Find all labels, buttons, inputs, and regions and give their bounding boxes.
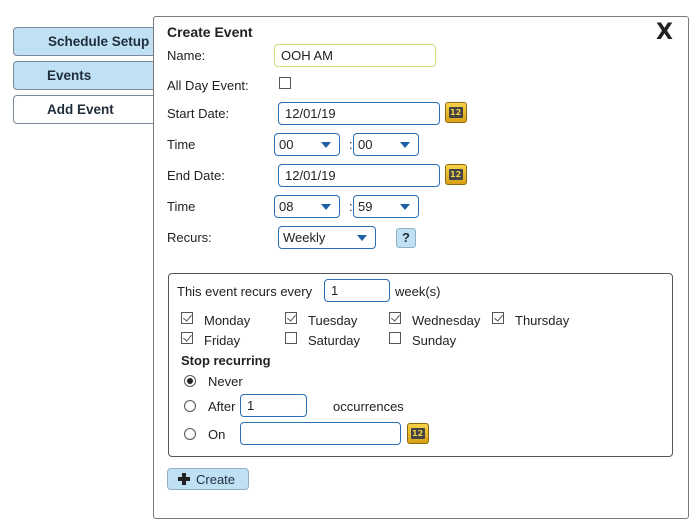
name-input[interactable]: OOH AM xyxy=(274,44,436,67)
select-value: 00 xyxy=(358,137,373,152)
start-date-input[interactable]: 12/01/19 xyxy=(278,102,440,125)
start-time-label: Time xyxy=(167,137,196,152)
stop-after-label: After xyxy=(208,399,236,414)
calendar-icon-text: 12 xyxy=(412,429,424,438)
sunday-checkbox[interactable] xyxy=(389,332,401,344)
wednesday-label: Wednesday xyxy=(412,313,481,328)
calendar-icon[interactable]: 12 xyxy=(445,102,467,123)
recurs-select[interactable]: Weekly xyxy=(278,226,376,249)
all-day-checkbox[interactable] xyxy=(279,77,291,89)
end-time-label: Time xyxy=(167,199,196,214)
chevron-down-icon xyxy=(321,204,331,210)
stop-recurring-heading: Stop recurring xyxy=(181,353,271,368)
calendar-icon-text: 12 xyxy=(450,108,462,117)
tab-add-event[interactable]: Add Event xyxy=(13,95,163,124)
recurrence-panel: This event recurs every 1 week(s) Monday… xyxy=(168,273,673,457)
thursday-checkbox[interactable] xyxy=(492,312,504,324)
stop-on-label: On xyxy=(208,427,226,442)
start-date-label: Start Date: xyxy=(167,106,230,121)
end-date-label: End Date: xyxy=(167,168,225,183)
calendar-icon[interactable]: 12 xyxy=(445,164,467,185)
chevron-down-icon xyxy=(400,142,410,148)
chevron-down-icon xyxy=(357,235,367,241)
all-day-label: All Day Event: xyxy=(167,78,249,93)
recurs-every-label: This event recurs every xyxy=(177,284,313,299)
tab-schedule-setup[interactable]: Schedule Setup xyxy=(13,27,163,56)
end-date-input[interactable]: 12/01/19 xyxy=(278,164,440,187)
friday-checkbox[interactable] xyxy=(181,332,193,344)
dialog-title: Create Event xyxy=(167,24,253,40)
create-event-dialog: Create Event X Name: OOH AM All Day Even… xyxy=(153,16,689,519)
tab-label: Add Event xyxy=(47,102,114,117)
end-hour-select[interactable]: 08 xyxy=(274,195,340,218)
tab-label: Events xyxy=(47,68,92,83)
stop-on-date-input[interactable] xyxy=(240,422,401,445)
wednesday-checkbox[interactable] xyxy=(389,312,401,324)
tuesday-label: Tuesday xyxy=(308,313,358,328)
create-button-label: Create xyxy=(196,471,236,487)
tuesday-checkbox[interactable] xyxy=(285,312,297,324)
thursday-label: Thursday xyxy=(515,313,570,328)
saturday-label: Saturday xyxy=(308,333,361,348)
monday-checkbox[interactable] xyxy=(181,312,193,324)
saturday-checkbox[interactable] xyxy=(285,332,297,344)
recurs-every-unit: week(s) xyxy=(395,284,441,299)
stop-after-input[interactable]: 1 xyxy=(240,394,307,417)
recurs-every-input[interactable]: 1 xyxy=(324,279,390,302)
tab-events[interactable]: Events xyxy=(13,61,163,90)
occurrences-label: occurrences xyxy=(333,399,404,414)
start-minute-select[interactable]: 00 xyxy=(353,133,419,156)
recurs-label: Recurs: xyxy=(167,230,212,245)
close-icon[interactable]: X xyxy=(656,21,673,45)
tab-label: Schedule Setup xyxy=(48,34,150,49)
monday-label: Monday xyxy=(204,313,251,328)
name-label: Name: xyxy=(167,48,206,63)
start-hour-select[interactable]: 00 xyxy=(274,133,340,156)
calendar-icon[interactable]: 12 xyxy=(407,423,429,444)
chevron-down-icon xyxy=(321,142,331,148)
plus-icon xyxy=(178,473,190,485)
select-value: 00 xyxy=(279,137,294,152)
stop-after-radio[interactable] xyxy=(184,400,196,412)
select-value: Weekly xyxy=(283,230,326,245)
end-minute-select[interactable]: 59 xyxy=(353,195,419,218)
chevron-down-icon xyxy=(400,204,410,210)
sunday-label: Sunday xyxy=(412,333,457,348)
select-value: 59 xyxy=(358,199,373,214)
stop-on-radio[interactable] xyxy=(184,428,196,440)
calendar-icon-text: 12 xyxy=(450,170,462,179)
stop-never-label: Never xyxy=(208,374,243,389)
friday-label: Friday xyxy=(204,333,241,348)
help-button[interactable]: ? xyxy=(396,228,416,248)
create-button[interactable]: Create xyxy=(167,468,249,490)
stop-never-radio[interactable] xyxy=(184,375,196,387)
select-value: 08 xyxy=(279,199,294,214)
